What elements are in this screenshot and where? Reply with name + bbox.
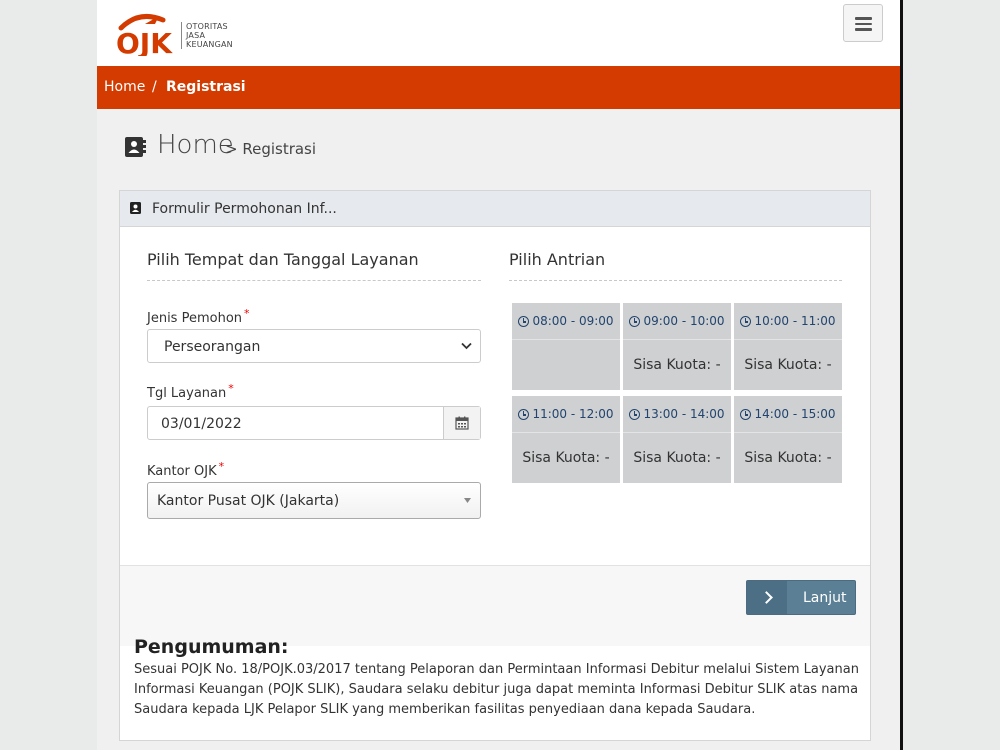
- slot-kuota: Sisa Kuota: -: [633, 450, 721, 466]
- jenis-pemohon-label: Jenis Pemohon *: [147, 307, 250, 326]
- logo-line-3: KEUANGAN: [186, 40, 233, 49]
- queue-slot[interactable]: 11:00 - 12:00 Sisa Kuota: -: [512, 396, 620, 483]
- left-section-divider: [147, 280, 481, 281]
- registration-form-panel: Formulir Permohonan Inf... Pilih Tempat …: [119, 190, 871, 741]
- announcement-text: Sesuai POJK No. 18/POJK.03/2017 tentang …: [134, 662, 859, 717]
- calendar-icon: [455, 416, 469, 430]
- clock-icon: [518, 316, 530, 327]
- slot-time: 11:00 - 12:00: [512, 407, 620, 421]
- slot-kuota: Sisa Kuota: -: [633, 357, 721, 373]
- required-mark: *: [228, 382, 234, 395]
- tgl-layanan-label-text: Tgl Layanan: [147, 386, 227, 401]
- clock-icon: [518, 409, 530, 420]
- slot-divider: [623, 432, 731, 433]
- breadcrumb-current: Registrasi: [166, 79, 246, 95]
- slot-divider: [623, 339, 731, 340]
- kantor-ojk-select[interactable]: Kantor Pusat OJK (Jakarta): [147, 482, 481, 519]
- jenis-pemohon-label-text: Jenis Pemohon: [147, 311, 243, 326]
- tgl-layanan-value: 03/01/2022: [161, 416, 242, 432]
- slot-time: 13:00 - 14:00: [623, 407, 731, 421]
- slot-divider: [734, 339, 842, 340]
- chevron-down-icon: [461, 342, 472, 350]
- hamburger-icon-bar: [855, 22, 872, 25]
- window-edge: [900, 0, 903, 750]
- ojk-logo[interactable]: OJK OTORITAS JASA KEUANGAN: [115, 8, 245, 58]
- kantor-ojk-label: Kantor OJK *: [147, 460, 224, 479]
- left-section-title: Pilih Tempat dan Tanggal Layanan: [147, 250, 419, 269]
- slot-time: 14:00 - 15:00: [734, 407, 842, 421]
- hamburger-icon: [855, 17, 872, 20]
- top-header: OJK OTORITAS JASA KEUANGAN: [97, 0, 900, 66]
- panel-header: Formulir Permohonan Inf...: [120, 191, 870, 227]
- slot-time: 08:00 - 09:00: [512, 314, 620, 328]
- hamburger-menu-button[interactable]: [843, 4, 883, 42]
- queue-slot[interactable]: 14:00 - 15:00 Sisa Kuota: -: [734, 396, 842, 483]
- page-title: Home: [157, 130, 234, 160]
- slot-kuota: Sisa Kuota: -: [744, 450, 832, 466]
- contact-card-icon: [130, 202, 141, 214]
- page: OJK OTORITAS JASA KEUANGAN Home / Regist…: [97, 0, 900, 750]
- page-subtitle: > Registrasi: [225, 140, 317, 158]
- logo-line-1: OTORITAS: [186, 22, 228, 31]
- slot-time-text: 14:00 - 15:00: [754, 407, 836, 421]
- slot-time: 09:00 - 10:00: [623, 314, 731, 328]
- slot-time-text: 08:00 - 09:00: [532, 314, 614, 328]
- panel-title: Formulir Permohonan Inf...: [152, 201, 337, 217]
- hamburger-icon-bar: [855, 28, 872, 31]
- contact-book-icon: [125, 137, 146, 157]
- breadcrumb-separator: /: [152, 79, 157, 95]
- announcement-title: Pengumuman:: [134, 636, 289, 658]
- slot-kuota: Sisa Kuota: -: [744, 357, 832, 373]
- slot-kuota: Sisa Kuota: -: [522, 450, 610, 466]
- kantor-ojk-label-text: Kantor OJK: [147, 464, 217, 479]
- slot-time-text: 13:00 - 14:00: [643, 407, 725, 421]
- logo-line-2: JASA: [186, 31, 206, 40]
- lanjut-button-label: Lanjut: [803, 590, 847, 606]
- required-mark: *: [218, 460, 225, 473]
- queue-slot[interactable]: 08:00 - 09:00: [512, 303, 620, 390]
- slot-divider: [512, 339, 620, 340]
- slot-time-text: 09:00 - 10:00: [643, 314, 725, 328]
- right-section-title: Pilih Antrian: [509, 250, 606, 269]
- clock-icon: [629, 316, 641, 327]
- queue-slot[interactable]: 10:00 - 11:00 Sisa Kuota: -: [734, 303, 842, 390]
- breadcrumb: Home / Registrasi: [97, 66, 900, 109]
- caret-down-icon: [464, 498, 471, 503]
- right-section-divider: [509, 280, 842, 281]
- ojk-logo-mark: OJK: [116, 13, 173, 56]
- clock-icon: [629, 409, 641, 420]
- queue-slot[interactable]: 13:00 - 14:00 Sisa Kuota: -: [623, 396, 731, 483]
- breadcrumb-home-link[interactable]: Home: [104, 79, 145, 95]
- clock-icon: [740, 316, 752, 327]
- lanjut-button[interactable]: Lanjut: [746, 580, 856, 615]
- slot-divider: [512, 432, 620, 433]
- slot-divider: [734, 432, 842, 433]
- slot-time: 10:00 - 11:00: [734, 314, 842, 328]
- clock-icon: [740, 409, 752, 420]
- logo-text: OTORITAS JASA KEUANGAN: [181, 22, 233, 49]
- calendar-button[interactable]: [443, 407, 480, 439]
- jenis-pemohon-value: Perseorangan: [164, 339, 261, 355]
- tgl-layanan-label: Tgl Layanan *: [147, 382, 234, 401]
- slot-time-text: 11:00 - 12:00: [532, 407, 614, 421]
- queue-slot[interactable]: 09:00 - 10:00 Sisa Kuota: -: [623, 303, 731, 390]
- tgl-layanan-input[interactable]: 03/01/2022: [147, 406, 481, 440]
- kantor-ojk-value: Kantor Pusat OJK (Jakarta): [157, 493, 340, 509]
- jenis-pemohon-select[interactable]: Perseorangan: [147, 329, 481, 363]
- chevron-right-icon: [747, 581, 787, 614]
- required-mark: *: [244, 307, 250, 320]
- slot-time-text: 10:00 - 11:00: [754, 314, 836, 328]
- logo-letters: OJK: [116, 27, 173, 56]
